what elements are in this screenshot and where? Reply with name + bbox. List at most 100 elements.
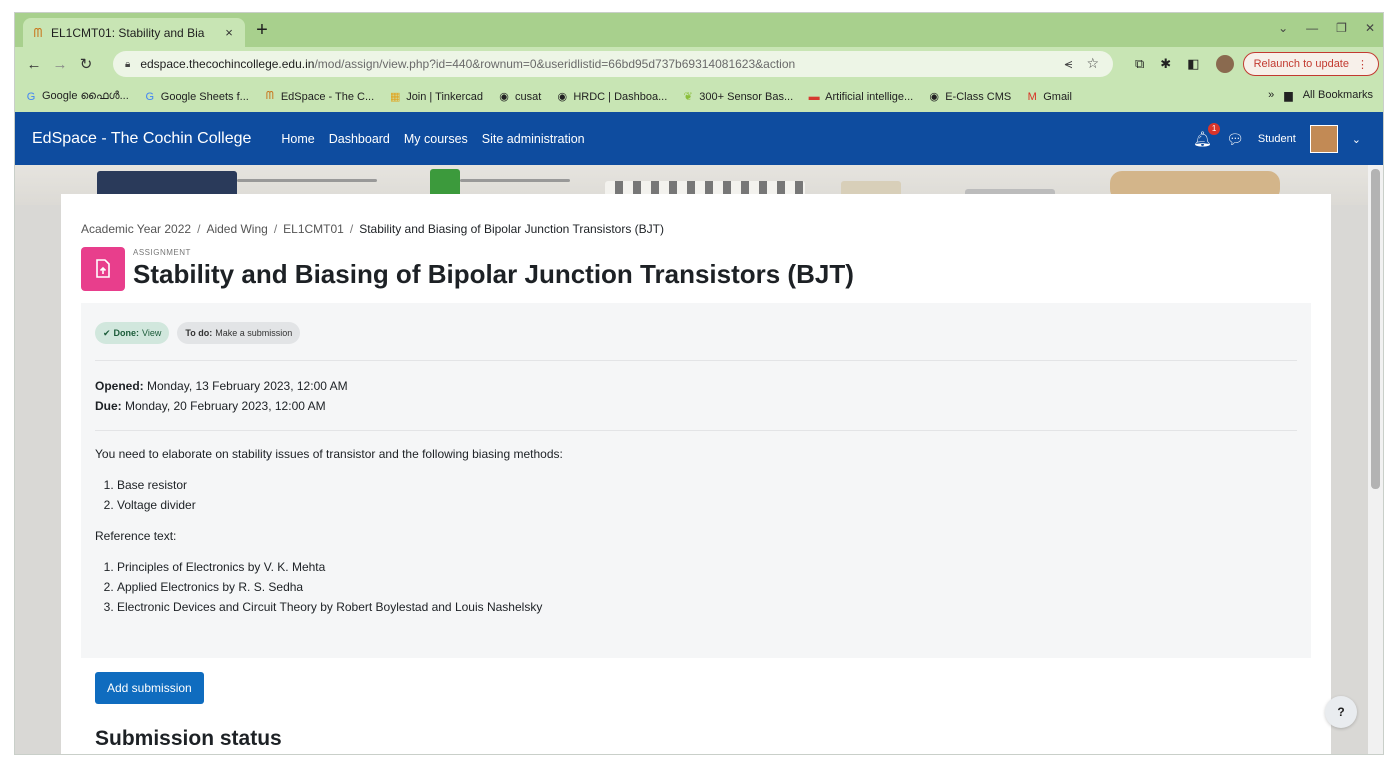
due-label: Due: [95, 399, 122, 413]
check-icon: ✔ [103, 327, 111, 338]
notification-bell-icon[interactable]: 🔔︎ 1 [1193, 123, 1221, 148]
bookmark-label: cusat [515, 90, 542, 103]
breadcrumb-item[interactable]: EL1CMT01 [283, 222, 344, 236]
breadcrumb-separator: / [273, 222, 278, 236]
profile-avatar[interactable] [1215, 55, 1234, 73]
flag-icon: ▬ [808, 90, 820, 103]
breadcrumb-current: Stability and Biasing of Bipolar Junctio… [359, 222, 665, 236]
restore-icon[interactable]: ❐ [1336, 21, 1347, 35]
bookmark-item[interactable]: ◉ cusat [498, 90, 542, 104]
forward-arrow-icon[interactable]: → [49, 56, 71, 73]
breadcrumb-item[interactable]: Aided Wing [206, 222, 267, 236]
folder-icon: ▆ [1284, 90, 1293, 102]
main-content: Academic Year 2022 / Aided Wing / EL1CMT… [61, 194, 1331, 754]
close-tab-icon[interactable]: × [221, 25, 237, 40]
nav-dashboard[interactable]: Dashboard [329, 132, 390, 146]
messages-icon[interactable]: 💬︎ [1226, 131, 1244, 148]
chevron-down-icon[interactable]: ⌄ [1278, 21, 1288, 35]
module-type-label: ASSIGNMENT [133, 248, 191, 257]
browser-tab[interactable]: ᗰ EL1CMT01: Stability and Bia × [23, 18, 245, 47]
extensions-area: ⧉ ✱ ◧ [1135, 55, 1234, 73]
bookmark-item[interactable]: ❦ 300+ Sensor Bas... [682, 90, 794, 104]
list-item: Principles of Electronics by V. K. Mehta [117, 557, 563, 577]
share-icon[interactable]: ⪪ [1065, 55, 1073, 72]
breadcrumb-separator: / [197, 222, 201, 236]
new-tab-button[interactable]: + [251, 20, 273, 42]
description-lead: You need to elaborate on stability issue… [95, 447, 563, 461]
nav-home[interactable]: Home [281, 132, 314, 146]
bookmark-item[interactable]: G Google ഫൈൾ... [25, 90, 129, 103]
opened-value: Monday, 13 February 2023, 12:00 AM [147, 379, 348, 393]
user-role-label: Student [1257, 133, 1296, 145]
reference-list: Principles of Electronics by V. K. Mehta… [117, 557, 563, 617]
window-controls: ⌄ — ❐ ✕ [1278, 21, 1375, 35]
bookmark-item[interactable]: ◉ HRDC | Dashboa... [556, 90, 668, 104]
site-brand[interactable]: EdSpace - The Cochin College [32, 130, 251, 148]
reload-icon[interactable]: ↻ [75, 55, 97, 73]
minimize-icon[interactable]: — [1306, 21, 1318, 35]
bookmark-label: 300+ Sensor Bas... [699, 90, 794, 103]
submission-status-heading: Submission status [95, 727, 282, 750]
relaunch-button[interactable]: Relaunch to update ⋮ [1242, 52, 1379, 76]
add-submission-button[interactable]: Add submission [95, 672, 204, 704]
bookmark-item[interactable]: M Gmail [1026, 91, 1072, 103]
globe-icon: ◉ [557, 91, 568, 103]
done-label: Done: [113, 328, 140, 338]
globe-icon: ◉ [499, 91, 509, 103]
activity-header: ✔ Done: View To do: Make a submission Opene… [81, 303, 1311, 658]
tab-strip: ᗰ EL1CMT01: Stability and Bia × + ⌄ — ❐ … [15, 13, 1383, 47]
list-item: Applied Electronics by R. S. Sedha [117, 577, 563, 597]
bookmark-label: HRDC | Dashboa... [573, 90, 668, 103]
bookmark-item[interactable]: ◉ E-Class CMS [928, 90, 1012, 104]
close-window-icon[interactable]: ✕ [1365, 21, 1375, 35]
google-icon: G [145, 90, 155, 103]
scrollbar-thumb[interactable] [1371, 169, 1380, 489]
reference-label: Reference text: [95, 529, 177, 543]
breadcrumb-item[interactable]: Academic Year 2022 [81, 222, 191, 236]
page-scrollbar[interactable] [1368, 165, 1383, 754]
bookmark-label: Join | Tinkercad [406, 90, 484, 103]
primary-navigation: Home Dashboard My courses Site administr… [281, 132, 584, 146]
divider [95, 430, 1297, 431]
all-bookmarks-label: All Bookmarks [1302, 89, 1373, 101]
star-icon[interactable]: ☆ [1086, 55, 1099, 72]
due-value: Monday, 20 February 2023, 12:00 AM [125, 399, 326, 413]
moodle-icon: ᗰ [33, 25, 43, 40]
biasing-methods-list: Base resistor Voltage divider [117, 475, 563, 515]
gmail-icon: M [1027, 90, 1037, 103]
chevron-down-icon[interactable]: ⌄ [1352, 133, 1361, 146]
puzzle-icon[interactable]: ✱ [1160, 56, 1171, 72]
chevron-right-icon[interactable]: » [1268, 89, 1274, 102]
todo-label: To do: [185, 328, 213, 338]
relaunch-label: Relaunch to update [1253, 58, 1349, 70]
back-arrow-icon[interactable]: ← [23, 56, 45, 73]
user-avatar[interactable] [1309, 125, 1338, 153]
bookmark-item[interactable]: ▬ Artificial intellige... [808, 90, 914, 103]
extension-icon[interactable]: ⧉ [1135, 56, 1144, 72]
kebab-menu-icon: ⋮ [1357, 58, 1368, 71]
todo-value: Make a submission [215, 328, 293, 338]
bookmark-item[interactable]: ᗰ EdSpace - The C... [264, 90, 374, 103]
breadcrumb-separator: / [349, 222, 354, 236]
due-date: Due: Monday, 20 February 2023, 12:00 AM [95, 396, 348, 416]
browser-toolbar: ← → ↻ 🔒︎ edspace.thecochincollege.edu.in… [15, 47, 1383, 81]
lock-icon: 🔒︎ [125, 58, 131, 70]
address-bar[interactable]: 🔒︎ edspace.thecochincollege.edu.in/mod/a… [113, 51, 1113, 77]
completion-info: ✔ Done: View To do: Make a submission [95, 322, 301, 344]
all-bookmarks-button[interactable]: » ▆ All Bookmarks [1268, 89, 1373, 102]
list-item: Voltage divider [117, 495, 563, 515]
list-item: Base resistor [117, 475, 563, 495]
side-panel-icon[interactable]: ◧ [1187, 56, 1199, 72]
browser-window: ᗰ EL1CMT01: Stability and Bia × + ⌄ — ❐ … [14, 12, 1384, 755]
globe-icon: ◉ [929, 91, 939, 103]
notification-count: 1 [1208, 123, 1221, 135]
bookmark-item[interactable]: G Google Sheets f... [144, 90, 248, 103]
nav-my-courses[interactable]: My courses [404, 132, 468, 146]
completion-todo-badge: To do: Make a submission [177, 322, 301, 344]
nav-site-administration[interactable]: Site administration [482, 132, 585, 146]
bookmark-label: Artificial intellige... [825, 90, 914, 103]
help-button[interactable]: ? [1325, 696, 1357, 728]
bookmark-item[interactable]: ▦ Join | Tinkercad [389, 90, 484, 104]
address-bar-actions: ⪪ ☆ [1065, 55, 1099, 72]
bookmark-label: E-Class CMS [945, 90, 1012, 103]
